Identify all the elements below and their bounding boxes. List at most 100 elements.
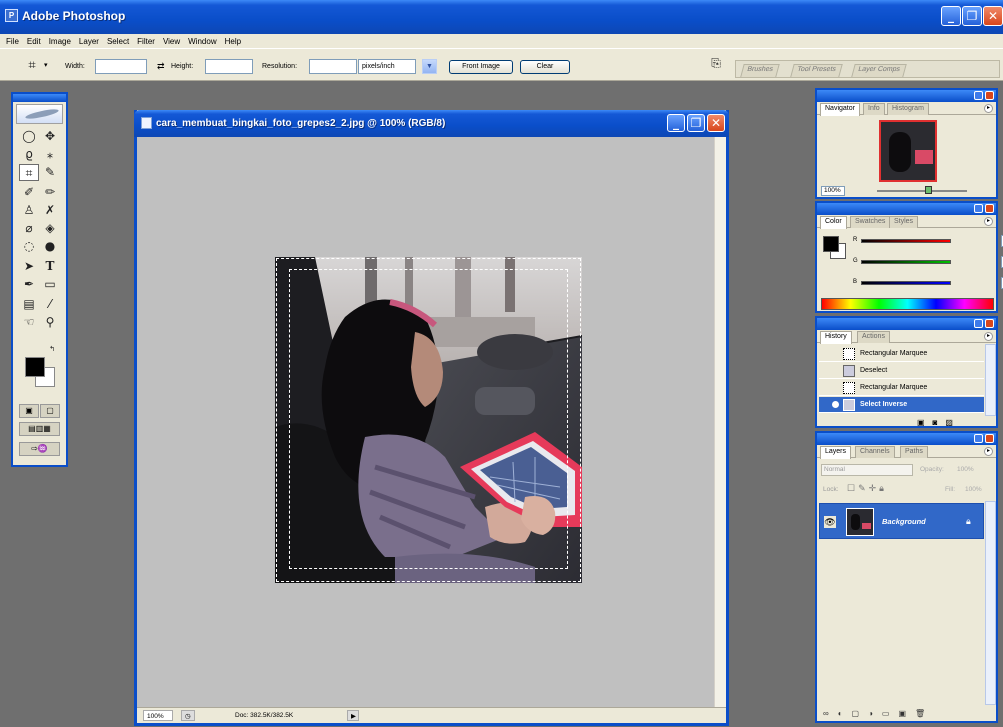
green-slider[interactable] xyxy=(861,260,951,264)
menu-edit[interactable]: Edit xyxy=(23,37,45,46)
layer-row-background[interactable]: 👁︎ Background 🔒︎ xyxy=(819,503,984,539)
eyedropper-tool-icon[interactable]: ⁄ xyxy=(40,296,60,313)
swap-dimensions-icon[interactable]: ⇄ xyxy=(157,61,165,72)
history-item-active[interactable]: Select Inverse xyxy=(819,397,984,413)
status-menu-arrow-icon[interactable]: ▶ xyxy=(347,710,359,721)
quick-mask-mode-button[interactable]: ▢ xyxy=(40,404,60,418)
standard-mode-button[interactable]: ▣ xyxy=(19,404,39,418)
resolution-input[interactable] xyxy=(309,59,357,74)
foreground-color-swatch[interactable] xyxy=(25,357,45,377)
layer-name[interactable]: Background xyxy=(882,517,926,526)
history-brush-tool-icon[interactable]: ✗ xyxy=(40,202,60,219)
move-tool-icon[interactable]: ✥ xyxy=(40,128,60,145)
layers-footer-buttons[interactable]: ∞◐▢◑▭▣🗑︎ xyxy=(823,709,934,718)
file-browser-icon[interactable]: ⎘ xyxy=(706,55,726,72)
magic-wand-tool-icon[interactable]: ⁎ xyxy=(40,146,60,163)
lasso-tool-icon[interactable]: ϱ xyxy=(19,146,39,163)
well-tab-layer-comps[interactable]: Layer Comps xyxy=(851,64,907,77)
menu-layer[interactable]: Layer xyxy=(75,37,103,46)
navigator-close-button[interactable] xyxy=(985,91,994,100)
layer-visibility-eye-icon[interactable]: 👁︎ xyxy=(824,516,836,528)
navigator-zoom-slider[interactable] xyxy=(877,190,967,192)
color-close-button[interactable] xyxy=(985,204,994,213)
menu-filter[interactable]: Filter xyxy=(133,37,159,46)
minimize-button[interactable]: _ xyxy=(941,6,961,26)
layers-close-button[interactable] xyxy=(985,434,994,443)
clone-stamp-tool-icon[interactable]: ♙ xyxy=(19,202,39,219)
hand-tool-icon[interactable]: ☜ xyxy=(19,314,39,331)
photo-girl-with-tablet[interactable] xyxy=(275,257,582,583)
doc-maximize-button[interactable]: ❐ xyxy=(687,114,705,132)
red-slider[interactable] xyxy=(861,239,951,243)
navigator-menu-icon[interactable]: ▸ xyxy=(984,104,993,113)
navigator-zoom-handle[interactable] xyxy=(925,186,932,194)
status-zoom-field[interactable]: 100% xyxy=(143,710,173,721)
menu-view[interactable]: View xyxy=(159,37,184,46)
height-input[interactable] xyxy=(205,59,253,74)
crop-tool-preset-icon[interactable]: ⌗ xyxy=(22,57,42,74)
paint-bucket-tool-icon[interactable]: ◈ xyxy=(40,220,60,237)
tab-actions[interactable]: Actions xyxy=(857,331,890,343)
tab-navigator[interactable]: Navigator xyxy=(820,103,860,116)
pen-tool-icon[interactable]: ✒ xyxy=(19,276,39,293)
screen-mode-buttons[interactable]: ▤▥▦ xyxy=(19,422,60,436)
layers-collapse-button[interactable] xyxy=(974,434,983,443)
type-tool-icon[interactable]: T xyxy=(40,258,60,275)
opacity-value[interactable]: 100% xyxy=(957,466,974,473)
canvas-area[interactable] xyxy=(137,137,714,709)
slice-tool-icon[interactable]: ✎ xyxy=(40,164,60,181)
color-collapse-button[interactable] xyxy=(974,204,983,213)
navigator-zoom-field[interactable]: 100% xyxy=(821,186,845,196)
doc-close-button[interactable]: ✕ xyxy=(707,114,725,132)
tab-channels[interactable]: Channels xyxy=(855,446,895,458)
color-foreground-swatch[interactable] xyxy=(823,236,839,252)
menu-image[interactable]: Image xyxy=(45,37,75,46)
navigator-thumbnail[interactable] xyxy=(879,120,937,182)
color-menu-icon[interactable]: ▸ xyxy=(984,217,993,226)
swap-colors-icon[interactable]: ↰ xyxy=(47,344,57,354)
maximize-button[interactable]: ❐ xyxy=(962,6,982,26)
units-select[interactable]: pixels/inch xyxy=(358,59,416,74)
clear-button[interactable]: Clear xyxy=(520,60,570,74)
tab-paths[interactable]: Paths xyxy=(900,446,928,458)
notes-tool-icon[interactable]: ▤ xyxy=(19,296,39,313)
tab-history[interactable]: History xyxy=(820,331,852,344)
tab-swatches[interactable]: Swatches xyxy=(850,216,891,228)
tab-info[interactable]: Info xyxy=(863,103,885,115)
history-collapse-button[interactable] xyxy=(974,319,983,328)
tab-histogram[interactable]: Histogram xyxy=(887,103,929,115)
layers-menu-icon[interactable]: ▸ xyxy=(984,447,993,456)
eraser-tool-icon[interactable]: ⌀ xyxy=(19,220,39,237)
history-item[interactable]: Rectangular Marquee xyxy=(819,346,984,362)
path-selection-tool-icon[interactable]: ➤ xyxy=(19,258,39,275)
history-item[interactable]: Rectangular Marquee xyxy=(819,380,984,396)
menu-file[interactable]: File xyxy=(2,37,23,46)
lock-icons[interactable]: ☐✎✛🔒︎ xyxy=(847,483,887,494)
width-input[interactable] xyxy=(95,59,147,74)
crop-tool-icon[interactable]: ⌗ xyxy=(19,164,39,181)
well-tab-brushes[interactable]: Brushes xyxy=(740,64,780,77)
history-close-button[interactable] xyxy=(985,319,994,328)
color-ramp[interactable] xyxy=(821,298,994,310)
menu-window[interactable]: Window xyxy=(184,37,220,46)
menu-help[interactable]: Help xyxy=(221,37,245,46)
front-image-button[interactable]: Front Image xyxy=(449,60,513,74)
rectangle-tool-icon[interactable]: ▭ xyxy=(40,276,60,293)
jump-to-imageready-button[interactable]: ⇨♒ xyxy=(19,442,60,456)
history-footer-buttons[interactable]: ▣◙▨ xyxy=(917,418,961,427)
tab-styles[interactable]: Styles xyxy=(889,216,919,228)
history-menu-icon[interactable]: ▸ xyxy=(984,332,993,341)
brush-tool-icon[interactable]: ✏ xyxy=(40,184,60,201)
doc-minimize-button[interactable]: _ xyxy=(667,114,685,132)
zoom-tool-icon[interactable]: ⚲ xyxy=(40,314,60,331)
blend-mode-select[interactable]: Normal xyxy=(821,464,913,476)
blue-slider[interactable] xyxy=(861,281,951,285)
vertical-scrollbar[interactable] xyxy=(714,137,726,709)
dodge-tool-icon[interactable]: ● xyxy=(40,238,60,255)
marquee-tool-icon[interactable]: ◯ xyxy=(19,128,39,145)
close-button[interactable]: ✕ xyxy=(983,6,1003,26)
units-dropdown-arrow-icon[interactable]: ▼ xyxy=(422,59,437,74)
blur-tool-icon[interactable]: ◌ xyxy=(19,238,39,255)
menu-select[interactable]: Select xyxy=(103,37,133,46)
healing-brush-tool-icon[interactable]: ✐ xyxy=(19,184,39,201)
